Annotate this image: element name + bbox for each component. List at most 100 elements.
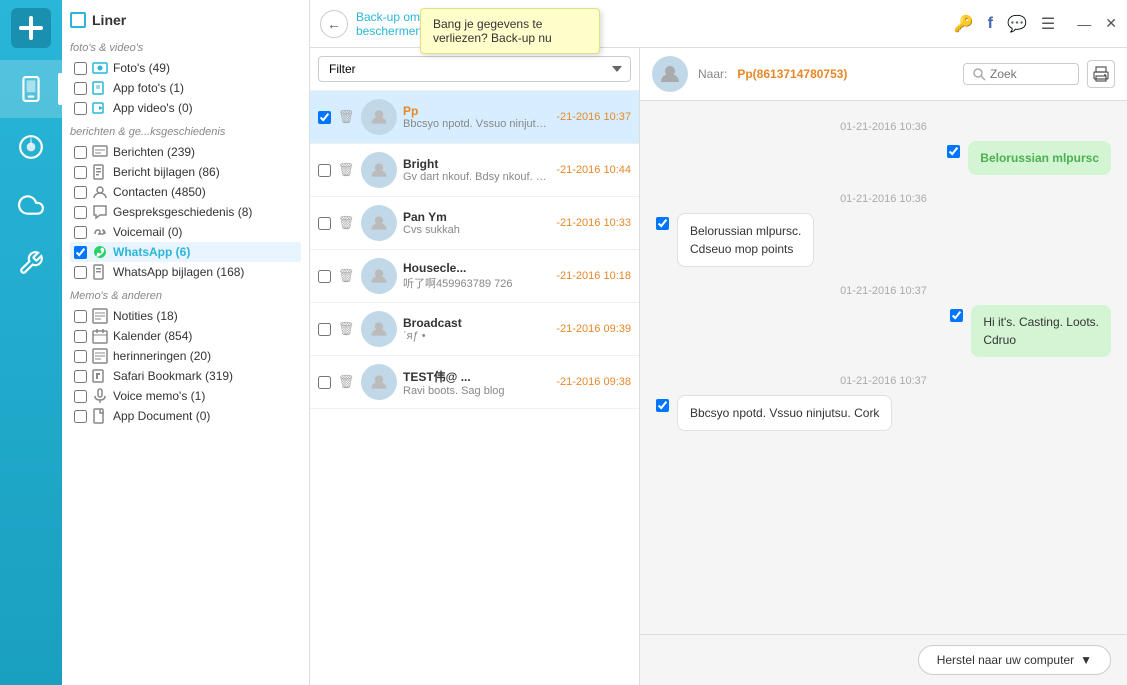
chat-msg-cb-0-0[interactable]: [947, 145, 960, 158]
checkbox-voice-memo[interactable]: [74, 390, 87, 403]
sidebar-item-cloud[interactable]: [0, 176, 62, 234]
print-button[interactable]: [1087, 60, 1115, 88]
msg-info-2: Pan Ym Cvs sukkah: [403, 210, 550, 236]
msg-name-5: TEST伟@ ...: [403, 368, 550, 385]
chat-msg-cb-3-0[interactable]: [656, 399, 669, 412]
chat-date-label-2: 01-21-2016 10:37: [656, 285, 1111, 297]
key-icon[interactable]: 🔑: [954, 14, 974, 34]
chat-bubble-3-0: Bbcsyo npotd. Vssuo ninjutsu. Cork: [677, 395, 892, 431]
msg-info-1: Bright Gv dart nkouf. Bdsy nkouf. Bd...: [403, 157, 550, 183]
sidebar-item-music[interactable]: [0, 118, 62, 176]
tree-item-whatsapp[interactable]: WhatsApp (6): [70, 242, 301, 262]
checkbox-berichten[interactable]: [74, 146, 87, 159]
tooltip-popup: Bang je gegevens te verliezen? Back-up n…: [420, 8, 600, 54]
filter-bar: Filter: [310, 48, 639, 91]
contacten-icon: [92, 184, 108, 200]
checkbox-gespreks[interactable]: [74, 206, 87, 219]
tree-item-app-videos[interactable]: App video's (0): [70, 98, 301, 118]
app-fotos-label: App foto's (1): [113, 81, 184, 95]
tree-item-bijlagen[interactable]: Bericht bijlagen (86): [70, 162, 301, 182]
msg-delete-btn-4[interactable]: 🗑: [337, 320, 355, 338]
checkbox-herinneringen[interactable]: [74, 350, 87, 363]
split-content: Filter 🗑 Pp Bbcsyo npotd. Vssuo ninjutsu…: [310, 48, 1127, 685]
checkbox-app-fotos[interactable]: [74, 82, 87, 95]
checkbox-fotos[interactable]: [74, 62, 87, 75]
msg-checkbox-5[interactable]: [318, 376, 331, 389]
msg-delete-btn-1[interactable]: 🗑: [337, 161, 355, 179]
tree-item-app-document[interactable]: App Document (0): [70, 406, 301, 426]
msg-checkbox-1[interactable]: [318, 164, 331, 177]
search-input[interactable]: [990, 67, 1070, 81]
checkbox-bijlagen[interactable]: [74, 166, 87, 179]
tree-item-safari[interactable]: Safari Bookmark (319): [70, 366, 301, 386]
checkbox-whatsapp-bijlagen[interactable]: [74, 266, 87, 279]
section-label-berichten: berichten & ge...ksgeschiedenis: [70, 126, 301, 138]
tree-item-voice-memo[interactable]: Voice memo's (1): [70, 386, 301, 406]
msg-preview-4: ʾяƒ •: [403, 330, 550, 342]
msg-delete-btn-0[interactable]: 🗑: [337, 108, 355, 126]
search-box: [963, 63, 1079, 85]
msg-name-1: Bright: [403, 157, 550, 171]
liner-header-icon: [70, 12, 86, 28]
msg-checkbox-0[interactable]: [318, 111, 331, 124]
msg-checkbox-4[interactable]: [318, 323, 331, 336]
msg-checkbox-2[interactable]: [318, 217, 331, 230]
msg-preview-0: Bbcsyo npotd. Vssuo ninjutsu...: [403, 118, 550, 130]
msg-avatar-5: [361, 364, 397, 400]
back-button[interactable]: ←: [320, 10, 348, 38]
tree-item-gespreks[interactable]: Gespreksgeschiedenis (8): [70, 202, 301, 222]
app-fotos-icon: [92, 80, 108, 96]
tree-item-herinneringen[interactable]: herinneringen (20): [70, 346, 301, 366]
gespreks-icon: [92, 204, 108, 220]
tree-item-fotos[interactable]: Foto's (49): [70, 58, 301, 78]
chat-bubble-0-0: Belorussian mlpursc: [968, 141, 1111, 175]
checkbox-notities[interactable]: [74, 310, 87, 323]
speech-bubble-icon[interactable]: 💬: [1007, 14, 1027, 34]
whatsapp-label: WhatsApp (6): [113, 245, 190, 259]
message-list-item[interactable]: 🗑 Broadcast ʾяƒ • -21-2016 09:39: [310, 303, 639, 356]
tree-item-kalender[interactable]: Kalender (854): [70, 326, 301, 346]
msg-avatar-2: [361, 205, 397, 241]
checkbox-whatsapp[interactable]: [74, 246, 87, 259]
tree-item-notities[interactable]: Notities (18): [70, 306, 301, 326]
message-list-item[interactable]: 🗑 Housecle... 听了啊459963789 726 -21-2016 …: [310, 250, 639, 303]
message-list-item[interactable]: 🗑 Bright Gv dart nkouf. Bdsy nkouf. Bd..…: [310, 144, 639, 197]
sidebar-item-tools[interactable]: [0, 234, 62, 292]
msg-avatar-3: [361, 258, 397, 294]
checkbox-contacten[interactable]: [74, 186, 87, 199]
close-button[interactable]: ✕: [1105, 15, 1117, 32]
whatsapp-icon: [92, 244, 108, 260]
tree-item-app-fotos[interactable]: App foto's (1): [70, 78, 301, 98]
checkbox-kalender[interactable]: [74, 330, 87, 343]
chat-msg-cb-1-0[interactable]: [656, 217, 669, 230]
msg-delete-btn-2[interactable]: 🗑: [337, 214, 355, 232]
message-list-item[interactable]: 🗑 TEST伟@ ... Ravi boots. Sag blog -21-20…: [310, 356, 639, 409]
message-list-item[interactable]: 🗑 Pan Ym Cvs sukkah -21-2016 10:33: [310, 197, 639, 250]
msg-checkbox-3[interactable]: [318, 270, 331, 283]
checkbox-app-document[interactable]: [74, 410, 87, 423]
msg-delete-btn-5[interactable]: 🗑: [337, 373, 355, 391]
filter-select[interactable]: Filter: [318, 56, 631, 82]
tree-item-whatsapp-bijlagen[interactable]: WhatsApp bijlagen (168): [70, 262, 301, 282]
chat-msg-cb-2-0[interactable]: [950, 309, 963, 322]
restore-button[interactable]: Herstel naar uw computer ▼: [918, 645, 1111, 675]
minimize-button[interactable]: —: [1077, 16, 1091, 32]
menu-icon[interactable]: ☰: [1041, 14, 1055, 34]
herinneringen-icon: [92, 348, 108, 364]
whatsapp-bijlagen-label: WhatsApp bijlagen (168): [113, 265, 244, 279]
msg-info-3: Housecle... 听了啊459963789 726: [403, 261, 550, 291]
tree-item-berichten[interactable]: Berichten (239): [70, 142, 301, 162]
checkbox-voicemail[interactable]: [74, 226, 87, 239]
msg-info-5: TEST伟@ ... Ravi boots. Sag blog: [403, 368, 550, 397]
msg-delete-btn-3[interactable]: 🗑: [337, 267, 355, 285]
berichten-label: Berichten (239): [113, 145, 195, 159]
tree-item-voicemail[interactable]: Voicemail (0): [70, 222, 301, 242]
checkbox-app-videos[interactable]: [74, 102, 87, 115]
checkbox-safari[interactable]: [74, 370, 87, 383]
facebook-icon[interactable]: f: [988, 15, 993, 33]
message-list-item[interactable]: 🗑 Pp Bbcsyo npotd. Vssuo ninjutsu... -21…: [310, 91, 639, 144]
chat-msg-row-2-0: Hi it's. Casting. Loots.Cdruo: [656, 305, 1111, 357]
tree-item-contacten[interactable]: Contacten (4850): [70, 182, 301, 202]
msg-preview-2: Cvs sukkah: [403, 224, 550, 236]
sidebar-item-phone[interactable]: [0, 60, 62, 118]
